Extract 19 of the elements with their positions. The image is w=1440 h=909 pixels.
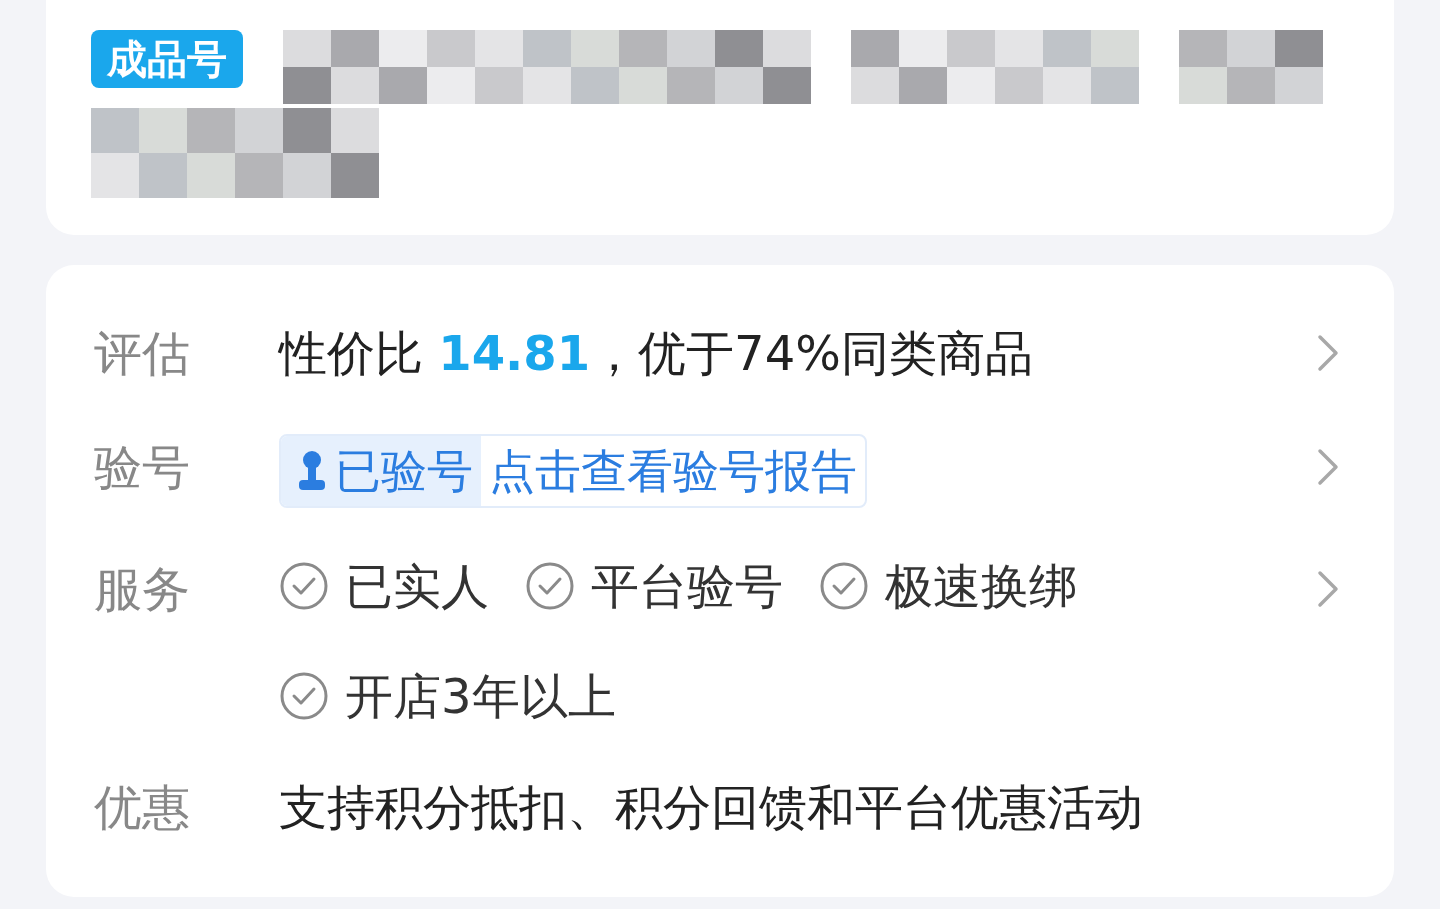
service-tag: 平台验号 <box>591 556 783 616</box>
check-circle-icon <box>525 561 575 611</box>
check-circle-icon <box>279 561 329 611</box>
verified-label: 已验号 <box>335 443 473 500</box>
rating-text: 性价比 14.81，优于74%同类商品 <box>279 324 1033 383</box>
row-label: 优惠 <box>94 778 191 837</box>
row-label: 服务 <box>94 560 191 619</box>
row-label: 验号 <box>94 438 191 497</box>
promotion-text: 支持积分抵扣、积分回馈和平台优惠活动 <box>279 778 1143 837</box>
listing-badge: 成品号 <box>91 30 243 88</box>
service-tag: 已实人 <box>345 556 489 616</box>
report-link-text: 点击查看验号报告 <box>488 443 858 500</box>
check-circle-icon <box>279 671 329 721</box>
row-label: 评估 <box>94 324 191 383</box>
stamp-icon <box>297 449 327 493</box>
service-tag: 极速换绑 <box>885 556 1077 616</box>
check-circle-icon <box>819 561 869 611</box>
verify-report-link[interactable]: 已验号 点击查看验号报告 <box>279 434 867 508</box>
service-tag: 开店3年以上 <box>345 666 616 726</box>
